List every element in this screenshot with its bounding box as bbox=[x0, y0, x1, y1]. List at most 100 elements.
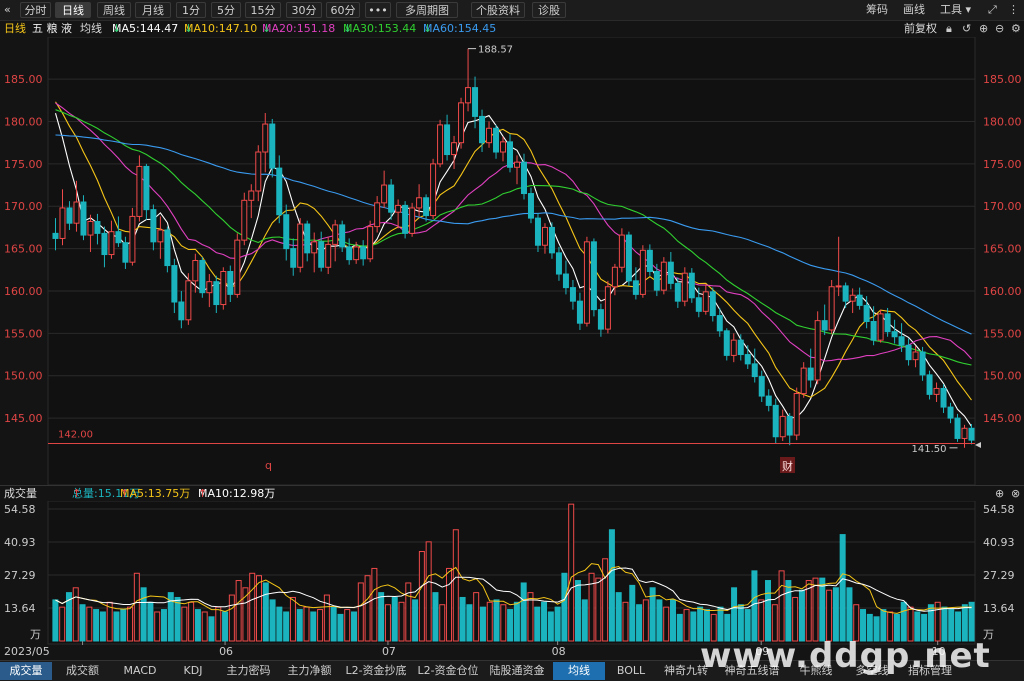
y-tick-left: 150.00 bbox=[4, 370, 43, 383]
arrow-down-icon: ↓ bbox=[112, 22, 122, 35]
more-icon[interactable]: ⋮ bbox=[1008, 2, 1019, 18]
period-tab[interactable]: 15分 bbox=[245, 2, 281, 18]
period-tab[interactable]: 分时 bbox=[20, 2, 51, 18]
vol-y-tick-left: 54.58 bbox=[4, 503, 36, 516]
candle bbox=[339, 220, 346, 253]
volume-bar bbox=[174, 596, 181, 642]
volume-bar bbox=[798, 589, 805, 642]
volume-bar bbox=[846, 587, 853, 642]
volume-bar bbox=[425, 541, 432, 642]
period-tab[interactable]: 5分 bbox=[211, 2, 241, 18]
volume-bar bbox=[479, 606, 486, 642]
y-tick-right: 175.00 bbox=[983, 158, 1022, 171]
diagnose-button[interactable]: 诊股 bbox=[532, 2, 566, 18]
overlay-tab[interactable]: 均线 bbox=[553, 662, 605, 680]
candle bbox=[185, 273, 192, 325]
indicator-tab[interactable]: MACD bbox=[113, 662, 167, 680]
volume-bar bbox=[839, 534, 846, 642]
y-tick-right: 180.00 bbox=[983, 116, 1022, 129]
candle bbox=[220, 267, 227, 310]
volume-bar bbox=[765, 580, 772, 642]
candle bbox=[402, 201, 409, 239]
volume-bar bbox=[391, 596, 398, 642]
volume-bar bbox=[520, 582, 527, 642]
avg-line-label[interactable]: 均线 bbox=[80, 21, 102, 37]
volume-bar bbox=[384, 604, 391, 642]
vol-y-tick-right: 13.64 bbox=[983, 602, 1015, 615]
y-tick-right: 150.00 bbox=[983, 370, 1022, 383]
volume-bar bbox=[412, 599, 419, 642]
y-tick-left: 160.00 bbox=[4, 285, 43, 298]
volume-bar bbox=[731, 587, 738, 642]
period-tab[interactable]: 1分 bbox=[176, 2, 206, 18]
candle bbox=[639, 245, 646, 298]
close-icon[interactable]: ⊗ bbox=[1011, 486, 1020, 502]
volume-bar bbox=[819, 577, 826, 642]
reset-icon[interactable]: ↺ bbox=[962, 21, 971, 37]
period-tab[interactable]: ••• bbox=[365, 2, 391, 18]
indicator-tab[interactable]: L2-资金抄底 bbox=[341, 662, 411, 680]
zoom-in-icon[interactable]: ⊕ bbox=[979, 21, 988, 37]
period-tab[interactable]: 月线 bbox=[135, 2, 171, 18]
tools-menu[interactable]: 工具 ▾ bbox=[940, 2, 971, 18]
period-tab[interactable]: 周线 bbox=[97, 2, 131, 18]
volume-bar bbox=[378, 592, 385, 642]
chips-button[interactable]: 筹码 bbox=[866, 2, 888, 18]
indicator-tab[interactable]: L2-资金仓位 bbox=[413, 662, 483, 680]
volume-legend-label: MA10:12.98万 bbox=[198, 487, 276, 500]
zoom-out-icon[interactable]: ⊖ bbox=[995, 21, 1004, 37]
volume-info-bar: 成交量 总量:15.11万 ↑ MA5:13.75万 ↑ MA10:12.98万 ↑ … bbox=[0, 485, 1024, 502]
double-chevron-left-icon[interactable]: « bbox=[4, 2, 16, 18]
volume-bar bbox=[194, 609, 201, 642]
overlay-tab[interactable]: BOLL bbox=[607, 662, 655, 680]
candle bbox=[590, 238, 597, 317]
price-chart[interactable]: 145.00 145.00 150.00 150.00 155.00 155.00 160.… bbox=[0, 37, 1024, 485]
multi-period-button[interactable]: 多周期图 bbox=[396, 2, 458, 18]
candle bbox=[164, 226, 171, 273]
chevron-right-icon[interactable]: › bbox=[536, 662, 548, 680]
candle bbox=[367, 220, 374, 263]
period-tab[interactable]: 60分 bbox=[326, 2, 360, 18]
volume-bar bbox=[507, 609, 514, 642]
volume-bar bbox=[561, 572, 568, 642]
volume-bar bbox=[310, 611, 317, 642]
volume-bar bbox=[351, 611, 358, 642]
settings-icon[interactable]: ⚙ bbox=[1011, 21, 1021, 37]
volume-bar bbox=[432, 592, 439, 642]
volume-bar bbox=[276, 606, 283, 642]
indicator-tab[interactable]: 主力密码 bbox=[219, 662, 278, 680]
volume-bar bbox=[147, 601, 154, 642]
volume-bar bbox=[656, 599, 663, 642]
zoom-in-icon[interactable]: ⊕ bbox=[995, 486, 1004, 502]
arrow-down-icon: ↓ bbox=[262, 22, 272, 35]
fullscreen-icon[interactable]: ⤢ bbox=[988, 2, 997, 18]
volume-bar bbox=[418, 551, 425, 642]
volume-bar bbox=[357, 582, 364, 642]
volume-bar bbox=[215, 606, 222, 642]
candle bbox=[954, 413, 961, 442]
volume-bar bbox=[778, 570, 785, 642]
arrow-down-icon: ↓ bbox=[423, 22, 433, 35]
volume-bar bbox=[629, 584, 636, 642]
volume-legend-label: MA5:13.75万 bbox=[120, 487, 191, 500]
adjust-mode[interactable]: 前复权 bbox=[904, 21, 937, 37]
high-annotation: 188.57 bbox=[478, 45, 513, 56]
period-tab[interactable]: 日线 bbox=[55, 2, 91, 18]
lock-icon[interactable]: 🔒︎ bbox=[946, 21, 952, 37]
draw-line-button[interactable]: 画线 bbox=[903, 2, 925, 18]
volume-bar bbox=[296, 609, 303, 642]
vol-y-tick-right: 40.93 bbox=[983, 536, 1015, 549]
volume-bar bbox=[317, 609, 324, 642]
candle bbox=[814, 311, 821, 385]
caret-down-icon: ▾ bbox=[962, 3, 972, 16]
period-tab[interactable]: 30分 bbox=[286, 2, 322, 18]
volume-bar bbox=[669, 599, 676, 642]
indicator-tab[interactable]: 成交额 bbox=[54, 662, 111, 680]
stock-info-button[interactable]: 个股资料 bbox=[471, 2, 525, 18]
volume-bar bbox=[785, 580, 792, 642]
indicator-tab[interactable]: 主力净额 bbox=[280, 662, 339, 680]
indicator-tab[interactable]: KDJ bbox=[169, 662, 217, 680]
indicator-tab[interactable]: 成交量 bbox=[0, 662, 52, 680]
finance-marker: 财 bbox=[782, 459, 793, 473]
candle bbox=[548, 222, 555, 259]
